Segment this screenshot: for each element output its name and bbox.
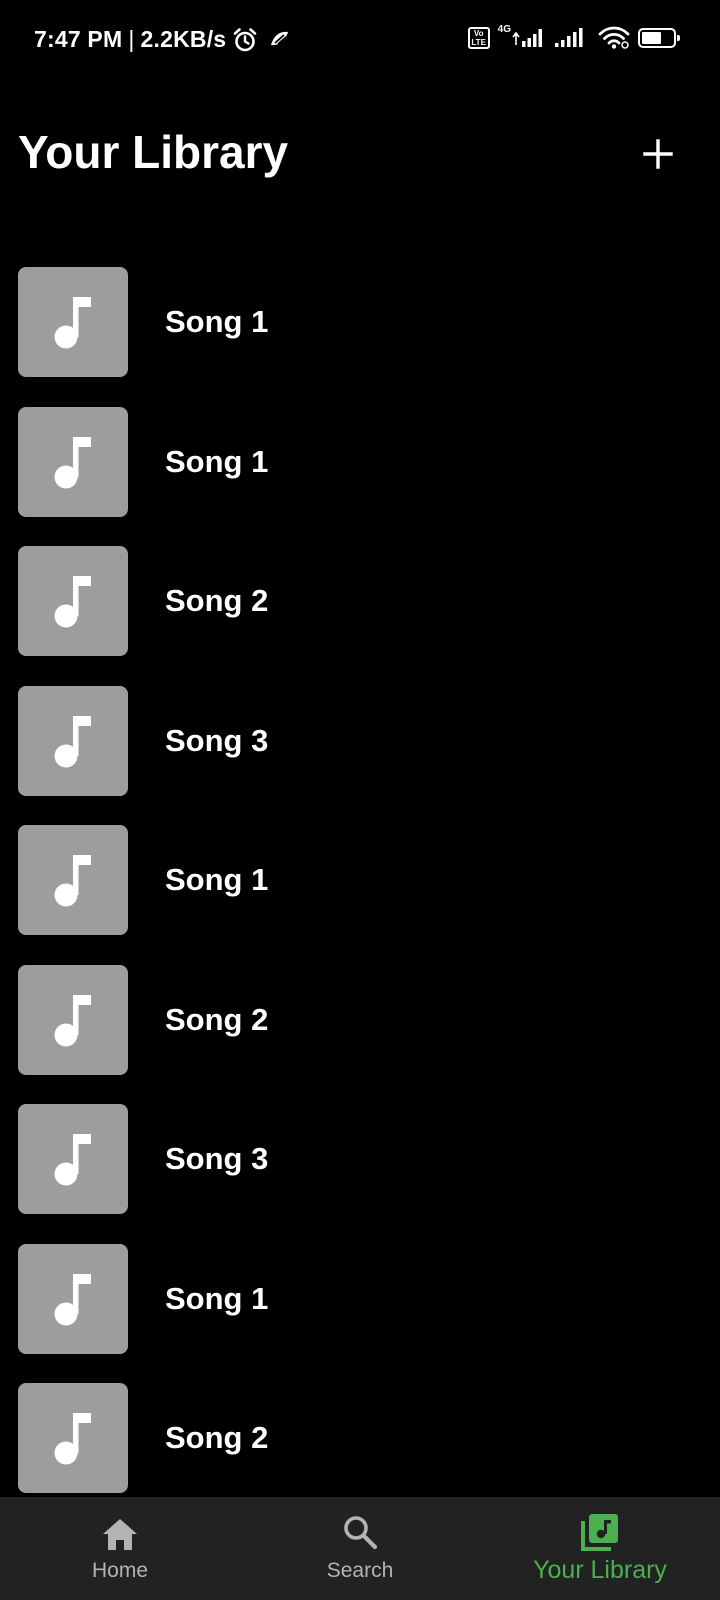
music-note-icon — [54, 436, 91, 488]
battery-fill — [642, 32, 661, 44]
list-item[interactable]: Song 2 — [0, 546, 720, 686]
status-left: 7:47 PM | 2.2KB/s — [34, 26, 292, 53]
music-note-icon — [54, 1273, 91, 1325]
volte-line2: LTE — [471, 38, 486, 47]
status-right: Vo LTE 4G 8 — [467, 23, 680, 50]
network-type: 4G — [497, 23, 511, 35]
song-cover — [18, 1104, 128, 1214]
signal-icon — [512, 29, 542, 47]
wifi-icon — [598, 26, 630, 49]
app-notification-icon — [271, 31, 289, 45]
library-icon — [581, 1514, 618, 1551]
music-note-icon — [54, 855, 91, 907]
song-cover — [18, 1243, 128, 1354]
list-item[interactable]: Song 3 — [0, 1104, 720, 1244]
page-title: Your Library — [18, 126, 289, 178]
plus-icon — [643, 139, 673, 169]
status-separator: | — [128, 26, 135, 52]
bottom-nav: Home Search Your Library — [0, 1497, 720, 1600]
volte-line1: Vo — [473, 29, 484, 38]
volte-icon: Vo LTE — [467, 27, 490, 49]
battery-icon: 8 — [638, 28, 680, 48]
add-button[interactable] — [634, 130, 682, 178]
song-title: Song 3 — [165, 1141, 269, 1176]
song-title: Song 1 — [165, 862, 269, 897]
list-item[interactable]: Song 1 — [0, 406, 720, 547]
song-cover — [18, 964, 128, 1075]
music-note-icon — [54, 715, 91, 767]
song-title: Song 2 — [165, 1420, 269, 1455]
music-note-icon — [54, 994, 91, 1046]
song-title: Song 1 — [165, 304, 269, 339]
song-cover — [18, 825, 128, 935]
search-icon — [344, 1516, 378, 1550]
signal-icon-2 — [555, 28, 583, 47]
nav-label-home: Home — [91, 1559, 149, 1582]
song-title: Song 2 — [165, 1001, 269, 1037]
nav-your-library[interactable]: Your Library — [480, 1497, 720, 1600]
song-cover — [18, 267, 128, 377]
nav-home[interactable]: Home — [0, 1497, 240, 1600]
status-bar: 7:47 PM | 2.2KB/s Vo LTE 4G 8 — [0, 0, 720, 84]
music-note-icon — [54, 1413, 91, 1465]
song-cover — [18, 1383, 128, 1493]
list-item[interactable]: Song 2 — [0, 964, 720, 1105]
battery-nub — [677, 35, 680, 41]
battery-level: 8 — [661, 32, 667, 43]
alarm-icon — [233, 27, 257, 51]
library-list: Song 1 Song 1 Song 2 Song 3 Song 1 Song … — [0, 267, 720, 1523]
list-item[interactable]: Song 1 — [0, 1243, 720, 1384]
song-title: Song 3 — [165, 722, 269, 758]
song-cover — [18, 685, 128, 796]
song-cover — [18, 406, 128, 517]
status-time: 7:47 PM — [34, 26, 123, 52]
nav-label-your-library: Your Library — [533, 1556, 667, 1584]
song-title: Song 2 — [165, 583, 269, 618]
nav-search[interactable]: Search — [240, 1497, 480, 1600]
list-item[interactable]: Song 1 — [0, 825, 720, 965]
home-icon — [103, 1519, 137, 1550]
song-cover — [18, 546, 128, 656]
song-title: Song 1 — [165, 1280, 269, 1316]
nav-label-search: Search — [326, 1559, 394, 1582]
list-item[interactable]: Song 1 — [0, 267, 720, 407]
status-net-speed: 2.2KB/s — [140, 26, 227, 52]
list-item[interactable]: Song 3 — [0, 685, 720, 826]
music-note-icon — [54, 1134, 91, 1186]
song-title: Song 1 — [165, 443, 269, 479]
music-note-icon — [54, 297, 91, 349]
music-note-icon — [54, 576, 91, 628]
